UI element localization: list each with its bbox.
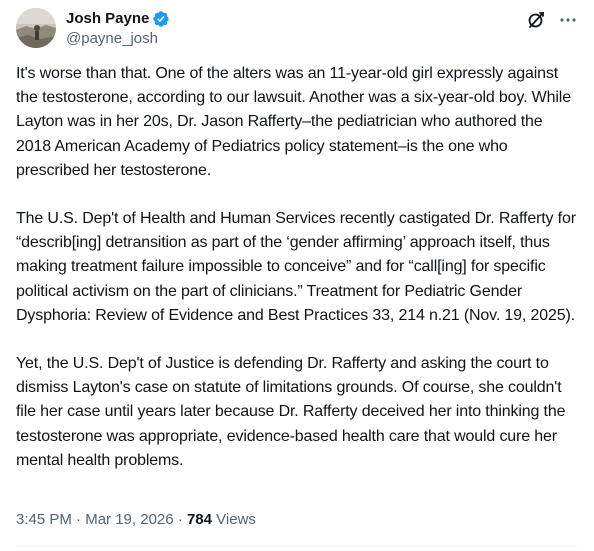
verified-badge-icon[interactable] — [152, 10, 170, 28]
tweet-meta: 3:45 PM · Mar 19, 2026 · 784 Views — [16, 510, 256, 530]
name-row: Josh Payne — [66, 9, 170, 29]
views-count[interactable]: 784 — [187, 511, 212, 528]
tweet-date[interactable]: Mar 19, 2026 — [85, 511, 173, 528]
tweet-paragraph: It's worse than that. One of the alters … — [16, 65, 571, 179]
avatar[interactable] — [16, 8, 56, 48]
tweet-time[interactable]: 3:45 PM — [16, 511, 72, 528]
grok-icon[interactable] — [526, 10, 546, 30]
handle[interactable]: @payne_josh — [66, 29, 170, 49]
display-name[interactable]: Josh Payne — [66, 9, 149, 29]
header-actions — [526, 10, 578, 30]
tweet-text: It's worse than that. One of the alters … — [16, 62, 576, 497]
tweet-paragraph: Yet, the U.S. Dep't of Justice is defend… — [16, 355, 566, 469]
meta-separator: · — [76, 511, 82, 528]
divider — [16, 546, 578, 547]
views-label: Views — [216, 511, 256, 528]
tweet-header: Josh Payne @payne_josh — [16, 8, 578, 48]
meta-separator: · — [177, 511, 183, 528]
tweet-paragraph: The U.S. Dep't of Health and Human Servi… — [16, 210, 576, 324]
author-info: Josh Payne @payne_josh — [66, 9, 170, 49]
more-options-icon[interactable] — [558, 10, 578, 30]
